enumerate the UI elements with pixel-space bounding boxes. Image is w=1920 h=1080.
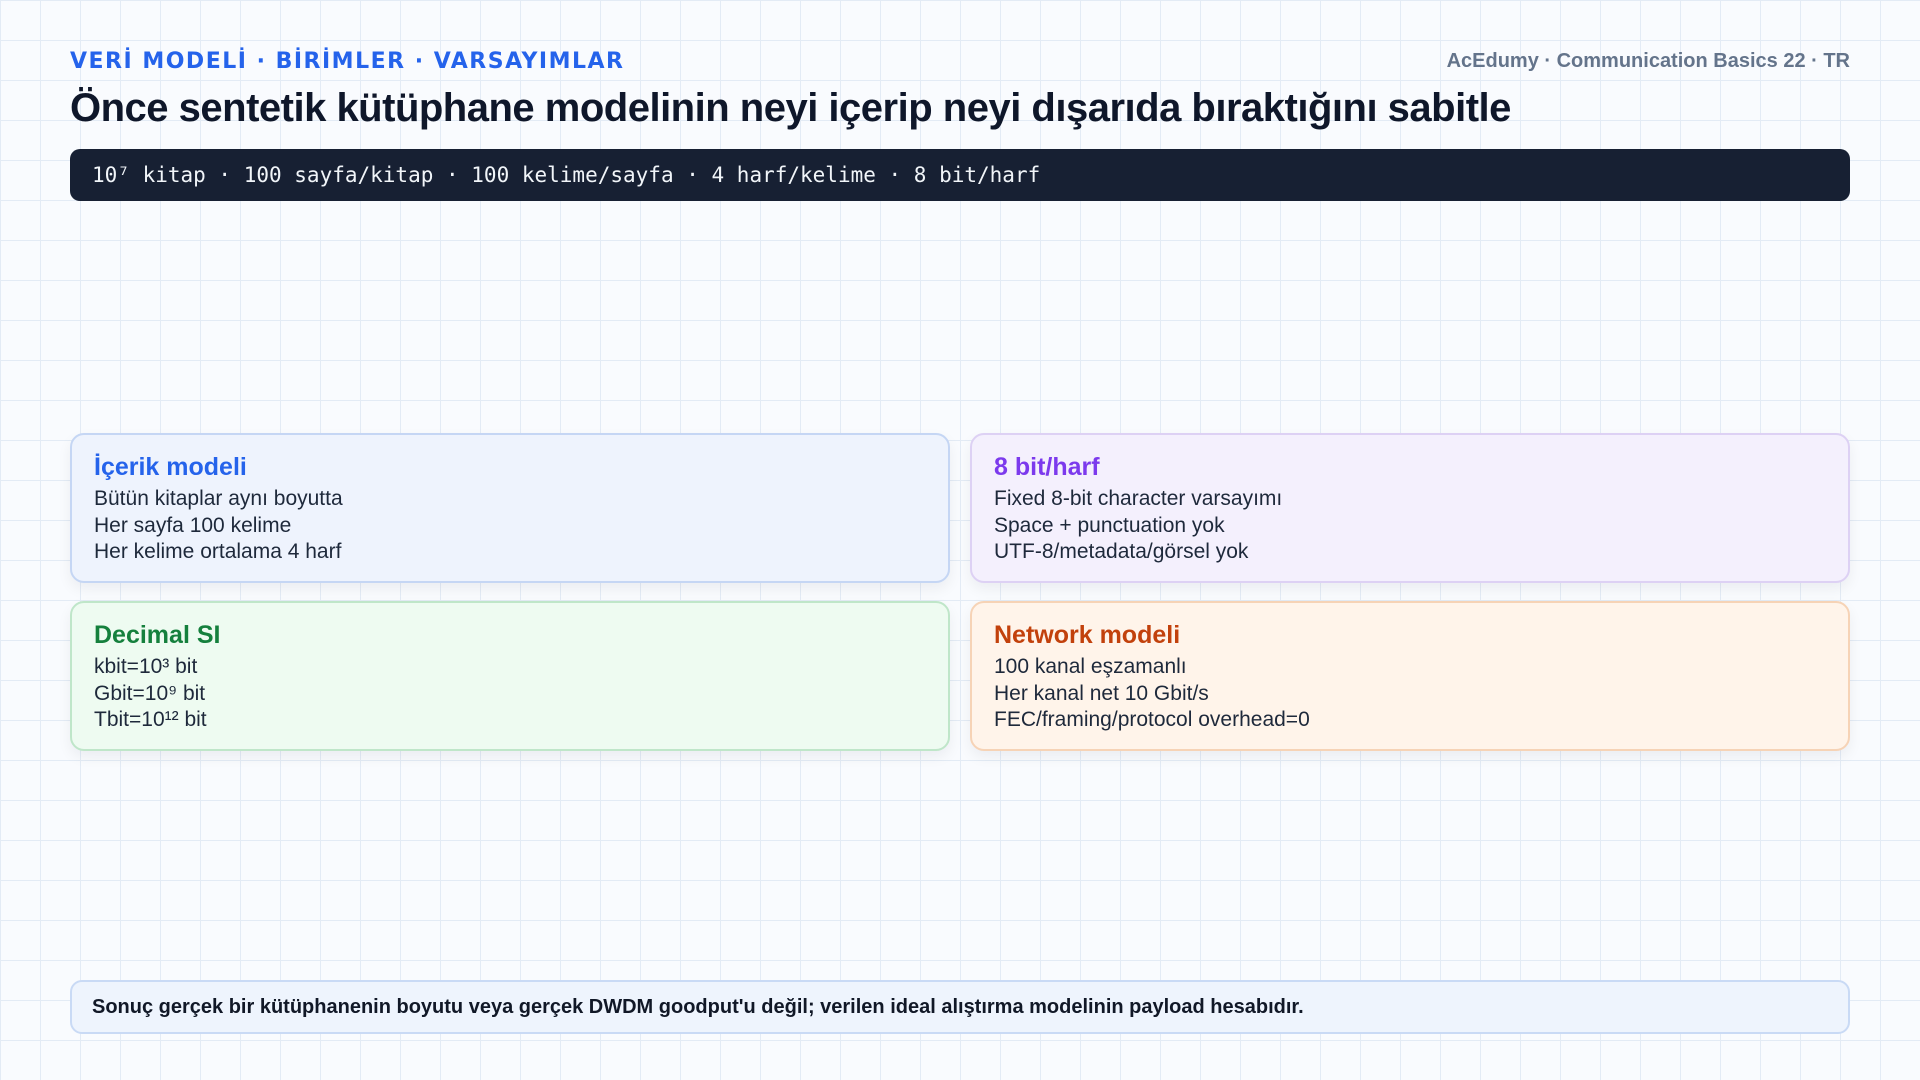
card-line: Fixed 8-bit character varsayımı: [994, 487, 1283, 510]
card-line: Her sayfa 100 kelime: [94, 513, 292, 537]
card-line: Bütün kitaplar aynı boyutta: [94, 487, 343, 510]
assumption-cards: İçerik modeli Bütün kitaplar aynı boyutt…: [70, 433, 1850, 751]
card-line: kbit=10³ bit: [94, 655, 198, 678]
assumption-formula-bar: 10⁷ kitap · 100 sayfa/kitap · 100 kelime…: [70, 149, 1850, 201]
card-title: İçerik modeli: [94, 453, 247, 481]
conclusion-note-text: Sonuç gerçek bir kütüphanenin boyutu vey…: [92, 995, 1304, 1018]
card-line: Tbit=10¹² bit: [94, 708, 207, 731]
card-line: Her kelime ortalama 4 harf: [94, 540, 342, 563]
card-title: Decimal SI: [94, 621, 221, 649]
card-line: 100 kanal eşzamanlı: [994, 655, 1187, 678]
section-kicker: VERİ MODELİ · BİRİMLER · VARSAYIMLAR: [70, 49, 625, 74]
bits-per-char-card: 8 bit/harf Fixed 8-bit character varsayı…: [970, 433, 1850, 583]
conclusion-note: Sonuç gerçek bir kütüphanenin boyutu vey…: [70, 980, 1850, 1034]
network-model-card: Network modeli 100 kanal eşzamanlı Her k…: [970, 601, 1850, 751]
content-model-card: İçerik modeli Bütün kitaplar aynı boyutt…: [70, 433, 950, 583]
card-line: UTF-8/metadata/görsel yok: [994, 540, 1249, 563]
card-line: FEC/framing/protocol overhead=0: [994, 708, 1310, 731]
page-title: Önce sentetik kütüphane modelinin neyi i…: [70, 86, 1511, 130]
course-brand: AcEdumy · Communication Basics 22 · TR: [1446, 50, 1850, 72]
card-title: 8 bit/harf: [994, 453, 1100, 481]
decimal-si-card: Decimal SI kbit=10³ bit Gbit=10⁹ bit Tbi…: [70, 601, 950, 751]
card-title: Network modeli: [994, 621, 1181, 649]
card-line: Space + punctuation yok: [994, 513, 1225, 537]
assumption-formula: 10⁷ kitap · 100 sayfa/kitap · 100 kelime…: [92, 163, 1041, 187]
card-line: Gbit=10⁹ bit: [94, 681, 206, 705]
card-line: Her kanal net 10 Gbit/s: [994, 681, 1209, 705]
